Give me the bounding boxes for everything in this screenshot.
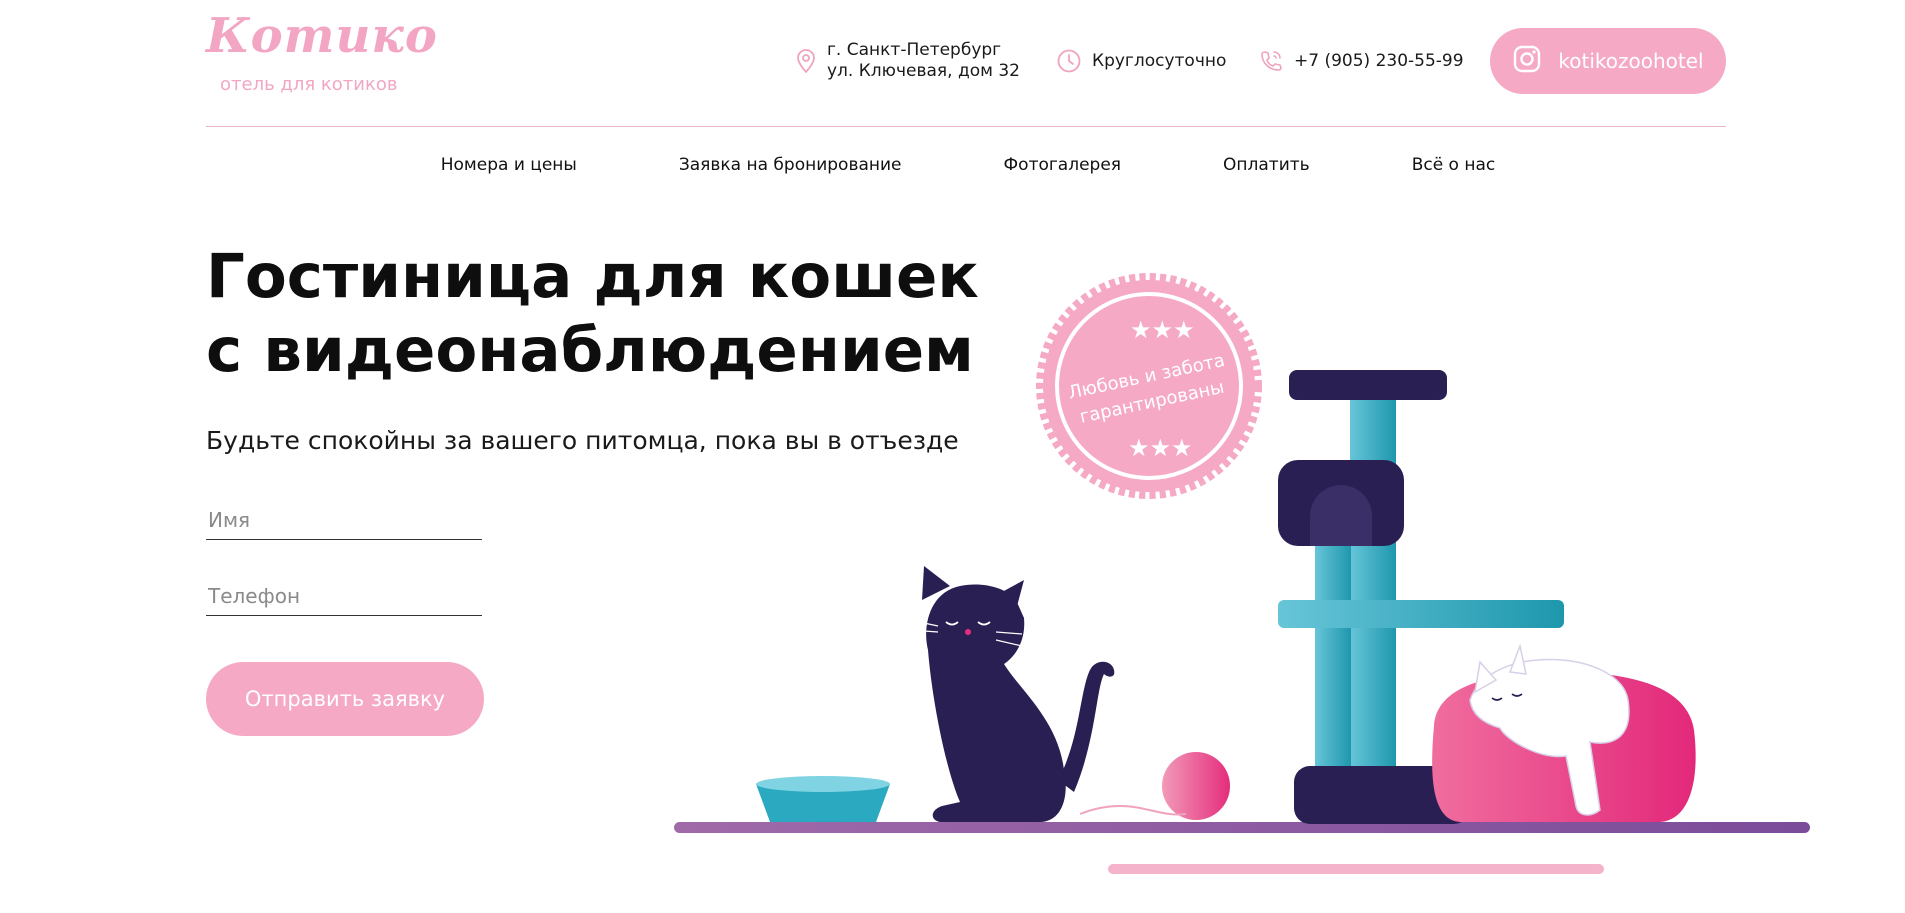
name-input[interactable] xyxy=(206,500,482,540)
nav-item-gallery[interactable]: Фотогалерея xyxy=(1004,155,1122,175)
nav-item-about[interactable]: Всё о нас xyxy=(1412,155,1496,175)
guarantee-badge: ★★★ ★★★ Любовь и забота гарантированы xyxy=(1036,273,1262,499)
shadow-line xyxy=(1108,864,1604,874)
instagram-icon xyxy=(1512,44,1542,79)
logo-subtitle: отель для котиков xyxy=(220,74,398,95)
phone-input[interactable] xyxy=(206,576,482,616)
nav-item-rooms-prices[interactable]: Номера и цены xyxy=(441,155,577,175)
clock-icon xyxy=(1056,48,1082,74)
address-city: г. Санкт-Петербург xyxy=(827,40,1002,60)
instagram-button[interactable]: kotikozoohotel xyxy=(1490,28,1726,94)
nav-item-booking[interactable]: Заявка на бронирование xyxy=(679,155,902,175)
floor-line xyxy=(674,822,1810,833)
hours-block: Круглосуточно xyxy=(1056,48,1226,74)
main-nav: Номера и цены Заявка на бронирование Фот… xyxy=(0,155,1905,175)
phone-icon xyxy=(1258,48,1284,74)
nav-item-payment[interactable]: Оплатить xyxy=(1223,155,1310,175)
address-street: ул. Ключевая, дом 32 xyxy=(827,61,1020,81)
phone-number[interactable]: +7 (905) 230-55-99 xyxy=(1294,51,1464,72)
yarn-ball xyxy=(1079,752,1230,820)
submit-button[interactable]: Отправить заявку xyxy=(206,662,484,736)
header-divider xyxy=(206,126,1726,127)
svg-text:★★★: ★★★ xyxy=(1128,434,1193,462)
dark-cat xyxy=(909,566,1115,822)
hours-text: Круглосуточно xyxy=(1092,50,1227,71)
phone-block[interactable]: +7 (905) 230-55-99 xyxy=(1258,48,1464,74)
instagram-handle: kotikozoohotel xyxy=(1558,49,1704,73)
address-block: г. Санкт-Петербург ул. Ключевая, дом 32 xyxy=(795,40,1020,82)
cat-bed xyxy=(1432,643,1696,822)
hero-illustration: ★★★ ★★★ Любовь и забота гарантированы xyxy=(674,273,1810,874)
food-bowl xyxy=(756,776,890,822)
location-pin-icon xyxy=(795,48,817,74)
logo-title[interactable]: Котико xyxy=(206,12,438,60)
svg-text:★★★: ★★★ xyxy=(1130,316,1195,344)
